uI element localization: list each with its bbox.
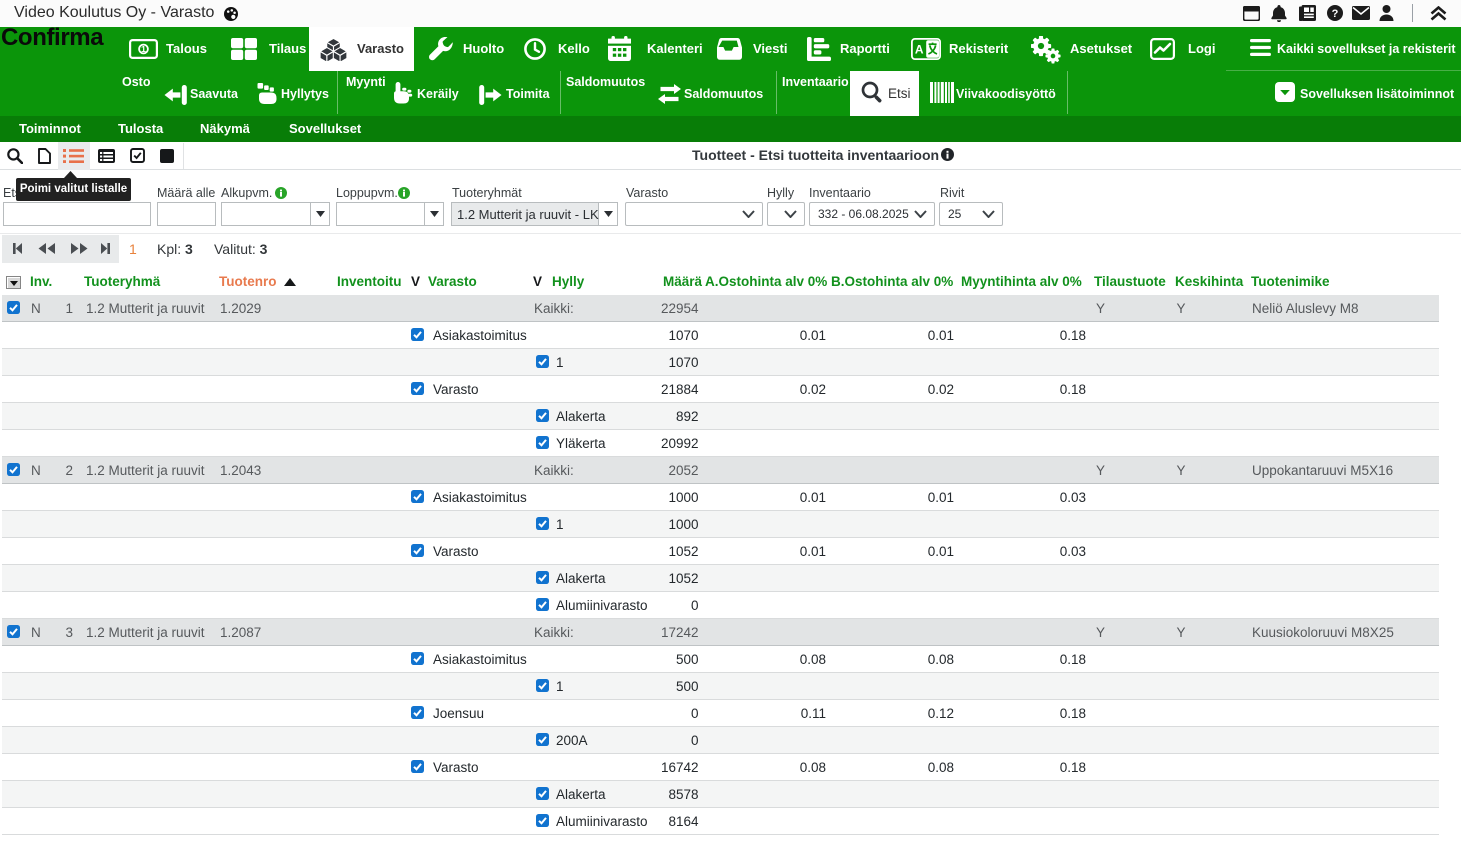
svg-text:?: ? — [1332, 8, 1339, 20]
svg-text:A: A — [915, 43, 924, 57]
svg-text:1: 1 — [141, 44, 146, 54]
